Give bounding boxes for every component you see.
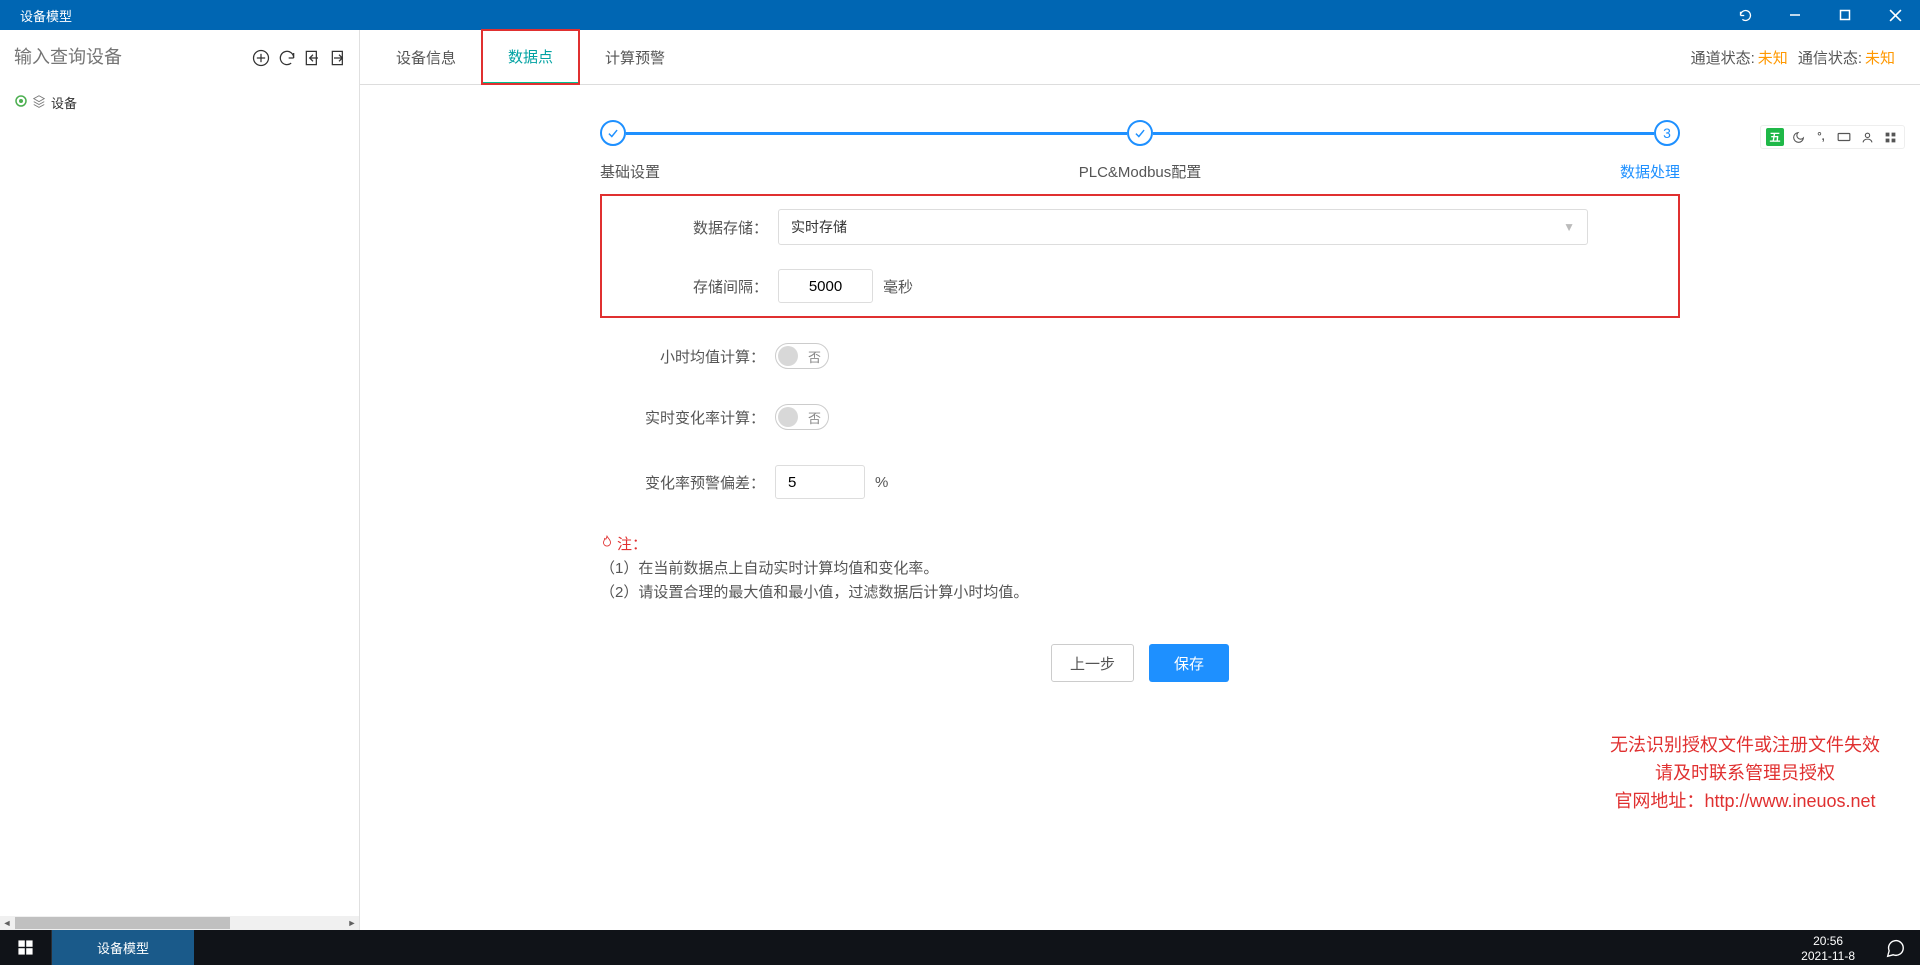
titlebar-title: 设备模型 — [20, 6, 72, 25]
sidebar-scrollbar[interactable]: ◄► — [0, 916, 359, 930]
titlebar: 设备模型 — [0, 0, 1920, 30]
storage-value: 实时存储 — [791, 217, 847, 237]
taskbar-time: 20:56 — [1801, 934, 1855, 949]
refresh-icon[interactable] — [276, 47, 298, 69]
notes: 注： （1）在当前数据点上自动实时计算均值和变化率。 （2）请设置合理的最大值和… — [600, 534, 1680, 604]
deviation-unit: % — [875, 474, 888, 491]
step-line-2 — [1153, 132, 1654, 135]
taskbar-date: 2021-11-8 — [1801, 949, 1855, 964]
search-input[interactable] — [10, 43, 250, 72]
deviation-input[interactable] — [775, 465, 865, 499]
note-1: （1）在当前数据点上自动实时计算均值和变化率。 — [600, 558, 1680, 580]
step-line-1 — [626, 132, 1127, 135]
deviation-label: 变化率预警偏差： — [640, 472, 775, 493]
layers-icon — [32, 94, 46, 111]
keyboard-icon[interactable] — [1835, 128, 1853, 146]
warning-line-1: 无法识别授权文件或注册文件失效 — [1610, 731, 1880, 759]
tab-device-info[interactable]: 设备信息 — [370, 30, 482, 84]
warning-url-prefix: 官网地址： — [1614, 791, 1704, 811]
save-button[interactable]: 保存 — [1149, 644, 1229, 682]
hourly-label: 小时均值计算： — [640, 346, 775, 367]
warning-line-2: 请及时联系管理员授权 — [1610, 759, 1880, 787]
comm-status-value: 未知 — [1865, 47, 1895, 68]
storage-label: 数据存储： — [643, 217, 778, 238]
punct-icon[interactable]: °, — [1812, 128, 1830, 146]
note-2: （2）请设置合理的最大值和最小值，过滤数据后计算小时均值。 — [600, 582, 1680, 604]
prev-button[interactable]: 上一步 — [1051, 644, 1134, 682]
interval-input[interactable] — [778, 269, 873, 303]
step-1-node[interactable] — [600, 120, 626, 146]
comm-status-label: 通信状态: — [1798, 47, 1862, 68]
hourly-toggle[interactable]: 否 — [775, 343, 829, 369]
refresh-button[interactable] — [1720, 0, 1770, 30]
minimize-button[interactable] — [1770, 0, 1820, 30]
tab-calc-alert[interactable]: 计算预警 — [579, 30, 691, 84]
rate-toggle[interactable]: 否 — [775, 404, 829, 430]
close-button[interactable] — [1870, 0, 1920, 30]
ime-badge-icon[interactable]: 五 — [1766, 128, 1784, 146]
interval-label: 存储间隔： — [643, 276, 778, 297]
tree-root-label: 设备 — [51, 93, 77, 112]
taskbar-app[interactable]: 设备模型 — [52, 930, 194, 965]
ime-toolbar[interactable]: 五 °, — [1760, 125, 1905, 149]
tab-data-point[interactable]: 数据点 — [482, 30, 579, 84]
flame-icon — [600, 534, 614, 556]
step-3-label: 数据处理 — [1620, 161, 1680, 182]
channel-status-value: 未知 — [1758, 47, 1788, 68]
export-icon[interactable] — [328, 47, 350, 69]
moon-icon[interactable] — [1789, 128, 1807, 146]
sidebar: 设备 ◄► — [0, 30, 360, 930]
rate-toggle-label: 否 — [808, 408, 821, 427]
taskbar-clock[interactable]: 20:56 2021-11-8 — [1786, 932, 1870, 964]
step-1-label: 基础设置 — [600, 161, 660, 182]
rate-label: 实时变化率计算： — [640, 407, 775, 428]
status-bar: 通道状态: 未知 通信状态: 未知 — [1691, 30, 1920, 84]
channel-status-label: 通道状态: — [1691, 47, 1755, 68]
chevron-down-icon: ▼ — [1563, 220, 1575, 234]
import-icon[interactable] — [302, 47, 324, 69]
tree-root[interactable]: 设备 — [15, 90, 344, 115]
notification-icon[interactable] — [1870, 937, 1920, 959]
warning-url-link[interactable]: http://www.ineuos.net — [1704, 791, 1875, 811]
add-icon[interactable] — [250, 47, 272, 69]
storage-select[interactable]: 实时存储 ▼ — [778, 209, 1588, 245]
notes-title: 注： — [617, 534, 647, 556]
grid-icon[interactable] — [1881, 128, 1899, 146]
step-2-node[interactable] — [1127, 120, 1153, 146]
person-icon[interactable] — [1858, 128, 1876, 146]
step-3-node[interactable]: 3 — [1654, 120, 1680, 146]
start-button[interactable] — [0, 930, 52, 965]
maximize-button[interactable] — [1820, 0, 1870, 30]
stepper: 3 — [600, 120, 1680, 146]
step-2-label: PLC&Modbus配置 — [1079, 161, 1202, 182]
radio-icon — [15, 95, 27, 110]
hourly-toggle-label: 否 — [808, 347, 821, 366]
taskbar: 设备模型 20:56 2021-11-8 — [0, 930, 1920, 965]
interval-unit: 毫秒 — [883, 276, 913, 297]
license-warning: 无法识别授权文件或注册文件失效 请及时联系管理员授权 官网地址：http://w… — [1610, 731, 1880, 815]
